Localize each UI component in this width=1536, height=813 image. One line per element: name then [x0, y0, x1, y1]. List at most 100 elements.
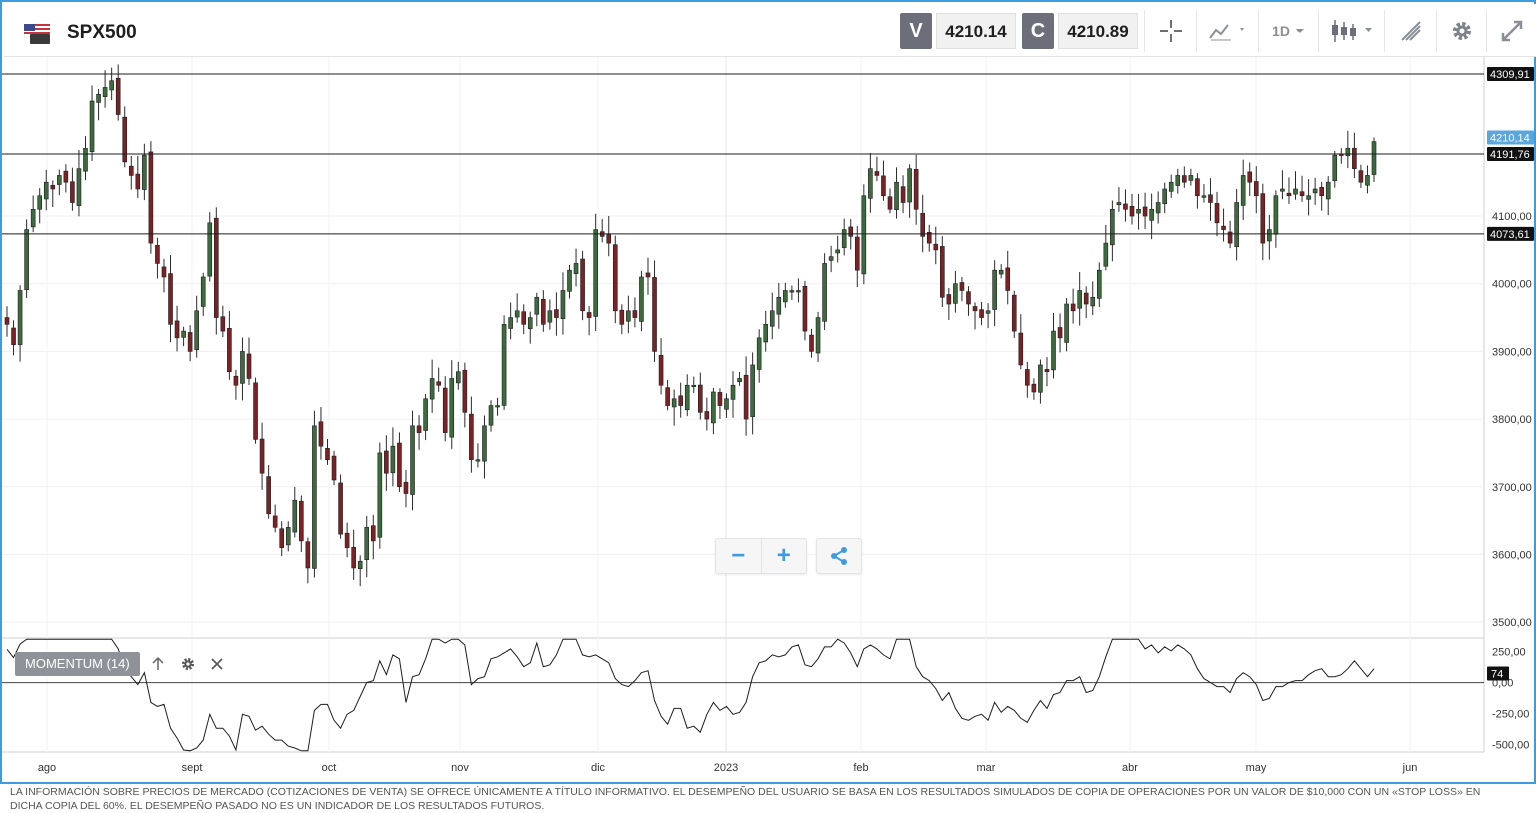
candle-up — [1201, 195, 1207, 198]
time-tick-label: ago — [38, 762, 56, 774]
price-chart[interactable]: 3500,00 3600,00 3700,00 3800,00 3900,00 4000,… — [2, 2, 1534, 782]
candle-up — [1051, 330, 1056, 371]
candle-up — [482, 425, 487, 462]
candle-up — [285, 527, 291, 546]
candle-up — [475, 459, 481, 462]
candle-down — [1083, 292, 1089, 305]
candle-up — [449, 378, 455, 438]
candle-down — [214, 217, 219, 318]
time-tick-label: oct — [322, 762, 337, 774]
candle-down — [1208, 194, 1213, 203]
candle-down — [665, 387, 670, 406]
candle-down — [1018, 332, 1024, 366]
candle-up — [17, 290, 23, 345]
candle-up — [1325, 181, 1331, 200]
candle-down — [161, 266, 167, 278]
candle-down — [900, 186, 906, 203]
candle-up — [1168, 181, 1174, 192]
zoom-in-button[interactable]: + — [760, 539, 807, 573]
candle-down — [1319, 186, 1324, 197]
candle-up — [96, 93, 101, 103]
candle-down — [1299, 191, 1305, 197]
candle-down — [1182, 175, 1187, 183]
candle-up — [1077, 290, 1082, 309]
candle-down — [436, 381, 441, 386]
candle-down — [4, 317, 10, 325]
candle-down — [887, 196, 893, 210]
candle-down — [959, 282, 965, 291]
candle-up — [783, 290, 788, 303]
candle-up — [691, 384, 697, 388]
chart-widget: SPX500 V 4210.14 C 4210.89 1D 3500,00 360… — [0, 0, 1536, 784]
candle-up — [1149, 208, 1154, 221]
candle-up — [1332, 154, 1338, 181]
candle-down — [266, 476, 271, 515]
candle-up — [894, 181, 899, 211]
candle-down — [1057, 327, 1063, 339]
candle-down — [933, 243, 939, 251]
candle-down — [1221, 225, 1226, 230]
candle-down — [940, 246, 945, 298]
indicator-tick-label: 250,00 — [1492, 647, 1526, 659]
indicator-close-button[interactable] — [207, 654, 227, 674]
time-tick-label: nov — [451, 762, 469, 774]
candle-down — [168, 273, 173, 325]
candle-up — [998, 269, 1004, 275]
candle-up — [57, 175, 62, 185]
candle-down — [115, 77, 121, 115]
candle-down — [1129, 205, 1135, 217]
candle-down — [979, 309, 984, 318]
candle-down — [802, 285, 808, 332]
candle-down — [227, 328, 232, 373]
time-tick-label: may — [1246, 762, 1267, 774]
candle-up — [527, 317, 533, 330]
candle-down — [606, 234, 612, 244]
price-tick-label: 4000,00 — [1492, 279, 1532, 291]
candle-down — [128, 165, 134, 176]
zoom-out-button[interactable]: − — [716, 539, 761, 573]
candle-up — [711, 391, 716, 424]
candle-up — [109, 80, 114, 91]
share-icon — [831, 547, 847, 565]
candle-down — [586, 312, 592, 318]
candle-down — [63, 170, 69, 183]
candle-down — [279, 528, 285, 548]
indicator-label[interactable]: MOMENTUM (14) — [15, 652, 140, 676]
candle-up — [1175, 175, 1181, 186]
candle-down — [652, 277, 657, 352]
candle-up — [357, 560, 363, 570]
candle-down — [462, 369, 468, 413]
share-button[interactable] — [816, 538, 862, 574]
candle-up — [822, 263, 827, 322]
candle-down — [881, 175, 886, 197]
time-tick-label: feb — [853, 762, 868, 774]
candle-up — [142, 154, 147, 190]
candle-down — [70, 181, 75, 203]
candle-down — [1070, 303, 1076, 312]
candle-down — [403, 481, 409, 494]
candle-up — [724, 398, 729, 410]
candle-up — [1064, 303, 1069, 343]
candle-down — [253, 382, 258, 440]
candle-down — [50, 184, 56, 190]
candle-down — [233, 375, 239, 386]
candle-down — [122, 116, 128, 163]
candle-up — [1267, 229, 1272, 242]
candle-up — [815, 317, 821, 354]
candle-down — [580, 258, 585, 312]
gear-icon — [182, 658, 194, 670]
candle-up — [1312, 188, 1318, 194]
candle-up — [1371, 141, 1377, 175]
time-tick-label: dic — [591, 762, 606, 774]
indicator-move-up-button[interactable] — [148, 654, 168, 674]
candle-down — [809, 334, 814, 352]
candle-up — [868, 168, 873, 199]
candle-down — [1142, 206, 1148, 217]
candle-up — [102, 87, 108, 97]
candle-down — [148, 151, 154, 244]
indicator-settings-button[interactable] — [178, 654, 198, 674]
candle-down — [351, 546, 356, 569]
candle-down — [370, 525, 376, 542]
candle-up — [30, 208, 36, 228]
candle-up — [671, 398, 677, 408]
